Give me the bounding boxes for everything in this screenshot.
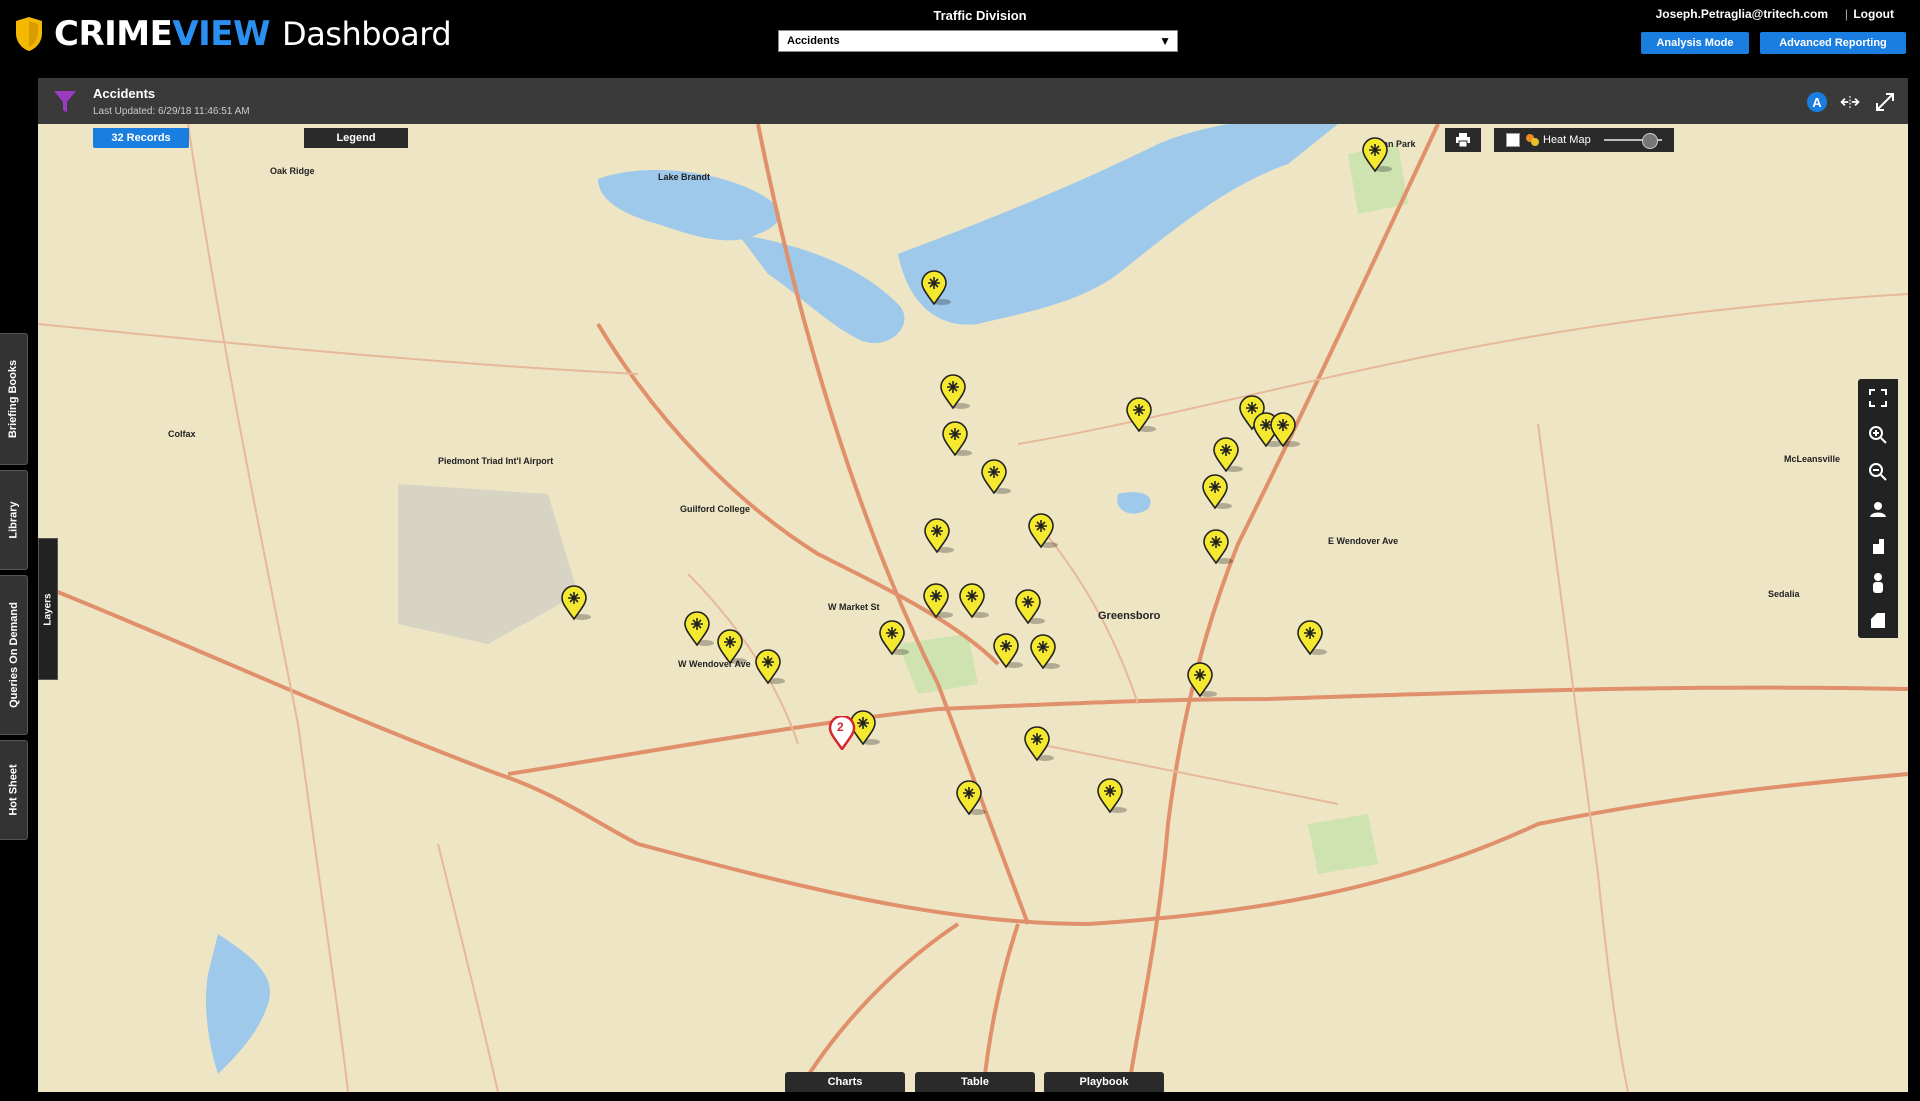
analysis-mode-button[interactable]: Analysis Mode <box>1641 32 1749 54</box>
map-label-e-wendover: E Wendover Ave <box>1328 536 1399 546</box>
legend-button[interactable]: Legend <box>304 128 408 148</box>
map-label-mcleansville: McLeansville <box>1784 454 1841 464</box>
accident-marker[interactable] <box>920 270 951 306</box>
zoom-out-icon[interactable] <box>1858 453 1898 490</box>
map-label-lake-brandt: Lake Brandt <box>658 172 711 182</box>
accident-marker[interactable] <box>1269 412 1300 448</box>
sidebar-tab-label: Library <box>7 501 20 539</box>
sidebar-tab-label: Hot Sheet <box>7 764 20 816</box>
accident-marker[interactable] <box>1096 778 1127 814</box>
brand-crime: CRIME <box>54 14 173 54</box>
accident-marker[interactable] <box>878 620 909 656</box>
sidebar-tab-hot-sheet[interactable]: Hot Sheet <box>0 740 28 840</box>
printer-icon <box>1456 133 1470 147</box>
map-label-sedalia: Sedalia <box>1768 589 1800 599</box>
street-view-icon[interactable] <box>1858 564 1898 601</box>
map-label-colfax: Colfax <box>168 429 196 439</box>
accident-marker[interactable] <box>1201 474 1232 510</box>
app-title: CRIME VIEW Dashboard <box>54 14 452 54</box>
map-label-oak-ridge: Oak Ridge <box>270 166 315 176</box>
heat-map-label: Heat Map <box>1543 134 1591 146</box>
last-updated: Last Updated: 6/29/18 11:46:51 AM <box>93 106 250 117</box>
charts-tab[interactable]: Charts <box>785 1072 905 1092</box>
accident-marker[interactable] <box>683 611 714 647</box>
accident-marker[interactable] <box>560 585 591 621</box>
print-button[interactable] <box>1445 128 1481 152</box>
logout-link[interactable]: Logout <box>1853 7 1894 21</box>
heat-map-control: Heat Map <box>1494 128 1674 152</box>
accident-marker[interactable] <box>1027 513 1058 549</box>
accident-marker[interactable] <box>716 629 747 665</box>
playbook-tab[interactable]: Playbook <box>1044 1072 1164 1092</box>
accident-marker[interactable] <box>941 421 972 457</box>
sidebar-tab-queries-on-demand[interactable]: Queries On Demand <box>0 575 28 735</box>
zoom-in-icon[interactable] <box>1858 416 1898 453</box>
accident-marker[interactable] <box>1023 726 1054 762</box>
brand-view: VIEW <box>172 14 271 54</box>
accident-marker[interactable] <box>980 459 1011 495</box>
sidebar-tab-label: Queries On Demand <box>7 602 20 708</box>
cluster-count: 2 <box>837 720 844 734</box>
filter-funnel-icon <box>54 91 76 113</box>
accident-marker[interactable] <box>1202 529 1233 565</box>
layers-tab-label: Layers <box>42 592 54 626</box>
panel-header: Accidents Last Updated: 6/29/18 11:46:51… <box>38 78 1908 124</box>
panel-title: Accidents <box>93 86 156 101</box>
map-label-guilford-college: Guilford College <box>680 504 751 514</box>
accident-marker[interactable] <box>1186 662 1217 698</box>
map-toolbar <box>1858 379 1898 638</box>
layer-select[interactable]: Accidents ▼ <box>778 30 1178 52</box>
chevron-down-icon: ▼ <box>1159 34 1171 48</box>
top-bar: CRIME VIEW Dashboard Traffic Division Ac… <box>0 0 1920 74</box>
crimeview-logo[interactable]: CRIME VIEW Dashboard <box>14 14 452 54</box>
map-label-greensboro: Greensboro <box>1098 610 1161 622</box>
a-badge-letter: A <box>1812 94 1822 110</box>
accident-marker[interactable] <box>1014 589 1045 625</box>
table-tab[interactable]: Table <box>915 1072 1035 1092</box>
full-extent-icon[interactable] <box>1858 379 1898 416</box>
accident-marker[interactable] <box>1296 620 1327 656</box>
a-badge-icon[interactable]: A <box>1806 91 1828 113</box>
advanced-reporting-button[interactable]: Advanced Reporting <box>1760 32 1906 54</box>
accident-marker[interactable] <box>958 583 989 619</box>
accident-marker[interactable] <box>922 583 953 619</box>
locate-person-icon[interactable] <box>1858 490 1898 527</box>
shield-logo-icon <box>16 17 42 51</box>
heat-map-slider-knob[interactable] <box>1642 133 1658 149</box>
accident-marker[interactable] <box>992 633 1023 669</box>
user-email: Joseph.Petraglia@tritech.com <box>1655 7 1828 21</box>
brand-dashboard: Dashboard <box>282 15 452 53</box>
sidebar-tab-library[interactable]: Library <box>0 470 28 570</box>
accident-marker[interactable] <box>1029 634 1060 670</box>
measure-icon[interactable] <box>1858 527 1898 564</box>
heat-map-checkbox[interactable] <box>1506 133 1520 147</box>
accident-marker[interactable] <box>955 780 986 816</box>
accident-marker[interactable] <box>1361 137 1392 173</box>
header-separator: | <box>1844 7 1848 21</box>
accident-marker[interactable] <box>1125 397 1156 433</box>
expand-icon[interactable] <box>1874 91 1896 113</box>
map-label-w-market: W Market St <box>828 602 880 612</box>
division-title: Traffic Division <box>933 8 1027 23</box>
share-arrows-icon[interactable] <box>1839 91 1861 113</box>
basemap-icon[interactable] <box>1858 601 1898 638</box>
cluster-marker[interactable]: 2 <box>828 714 856 755</box>
accident-marker[interactable] <box>754 649 785 685</box>
map-canvas[interactable]: Oak Ridge Colfax Greensboro McLeansville… <box>38 124 1908 1092</box>
accident-marker[interactable] <box>939 374 970 410</box>
accident-marker[interactable] <box>1212 437 1243 473</box>
records-count-button[interactable]: 32 Records <box>93 128 189 148</box>
layer-select-value: Accidents <box>787 35 840 47</box>
sidebar-tab-label: Briefing Books <box>7 359 20 439</box>
heat-map-icon <box>1526 134 1539 146</box>
accident-marker[interactable] <box>923 518 954 554</box>
sidebar-tab-briefing-books[interactable]: Briefing Books <box>0 333 28 465</box>
layers-tab[interactable]: Layers <box>38 538 58 680</box>
map-label-airport: Piedmont Triad Int'l Airport <box>438 456 554 466</box>
